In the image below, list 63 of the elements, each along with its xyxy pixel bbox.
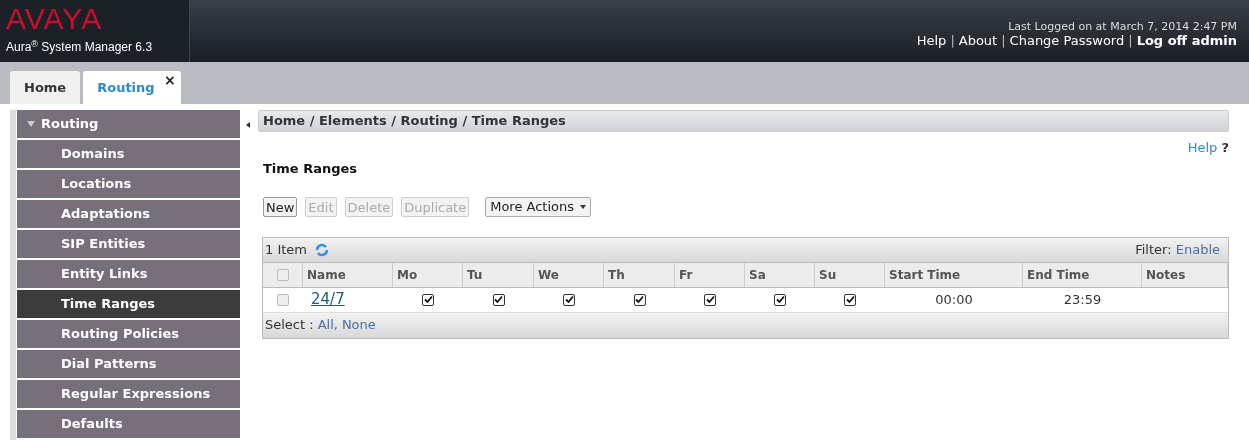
column-header: Fr [675, 262, 745, 287]
page-title: Time Ranges [263, 160, 359, 178]
column-header: Th [604, 262, 675, 287]
column-header: Sa [745, 262, 815, 287]
select-all-checkbox[interactable] [276, 268, 289, 281]
table-cell-text: 23:59 [1063, 290, 1102, 309]
column-header: Name [303, 262, 393, 287]
sidebar-item[interactable]: SIP Entities [17, 230, 240, 258]
select-link[interactable]: None [341, 315, 376, 335]
sidebar-header[interactable]: Routing [17, 110, 240, 138]
sidebar-item[interactable]: Domains [17, 140, 240, 168]
select-link[interactable]: All, [317, 315, 338, 335]
sidebar-item[interactable]: Time Ranges [17, 290, 240, 318]
column-header: We [534, 262, 604, 287]
product-name: Aura$^{®}$ System Manager 6.3 [6, 38, 154, 56]
tab[interactable]: Home [10, 71, 81, 104]
sidebar-item[interactable]: Adaptations [17, 200, 240, 228]
sidebar-item[interactable]: Entity Links [17, 260, 240, 288]
sidebar-item[interactable]: Locations [17, 170, 240, 198]
caret-icon [580, 204, 587, 209]
column-header: End Time [1023, 262, 1142, 287]
column-header: Tu [463, 262, 534, 287]
action-button[interactable]: New [263, 196, 298, 217]
row-checkbox[interactable] [277, 293, 289, 306]
sidebar-item[interactable]: Routing Policies [17, 320, 240, 348]
collapse-icon[interactable] [246, 122, 250, 128]
day-checkbox[interactable] [774, 293, 786, 306]
day-checkbox[interactable] [422, 293, 434, 306]
day-checkbox[interactable] [563, 293, 575, 306]
header-link[interactable]: Change Password [1009, 33, 1125, 49]
header-link[interactable]: About [958, 33, 998, 49]
tab[interactable]: Routing × [83, 71, 181, 104]
name-link[interactable]: 24/7 [311, 288, 345, 311]
column-header: Su [815, 262, 885, 287]
close-icon[interactable]: × [163, 73, 176, 87]
triangle-down-icon [27, 121, 35, 127]
column-header: Start Time [885, 262, 1023, 287]
column-header: Mo [393, 262, 463, 287]
filter-text: Filter: Enable [1135, 240, 1221, 259]
breadcrumb: Home / Elements / Routing / Time Ranges [258, 110, 1229, 132]
last-login-text: Last Logged on at March 7, 2014 2:47 PM [1008, 20, 1237, 33]
item-count: 1 Item [265, 240, 307, 259]
day-checkbox[interactable] [704, 293, 716, 306]
sidebar-item[interactable]: Dial Patterns [17, 350, 240, 378]
select-label: Select : [265, 316, 314, 335]
header-link[interactable]: Help [916, 33, 947, 49]
separator: | [950, 33, 955, 49]
separator: | [1001, 33, 1006, 49]
day-checkbox[interactable] [492, 293, 505, 306]
more-actions-dropdown[interactable]: More Actions [485, 196, 592, 217]
column-header: Notes [1142, 262, 1228, 287]
help-link[interactable]: Help ? [1187, 138, 1229, 154]
sidebar-title: Routing [41, 115, 99, 134]
filter-link[interactable]: Enable [1175, 241, 1220, 257]
sidebar-item[interactable]: Defaults [17, 410, 240, 438]
refresh-icon[interactable] [315, 242, 329, 257]
day-checkbox[interactable] [633, 293, 646, 306]
day-checkbox[interactable] [844, 293, 856, 306]
separator: | [1128, 33, 1133, 49]
sidebar-item[interactable]: Regular Expressions [17, 380, 240, 408]
table-cell-text: 00:00 [935, 290, 973, 309]
logo: AVAYA [6, 4, 104, 34]
header-link[interactable]: Log off admin [1136, 33, 1237, 49]
